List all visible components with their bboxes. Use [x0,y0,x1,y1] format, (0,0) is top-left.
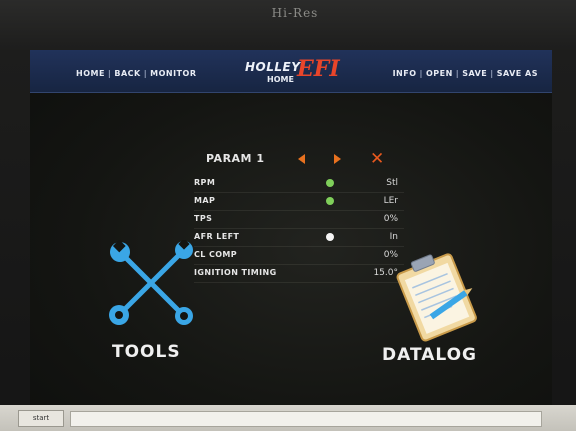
prev-param-arrow-icon[interactable] [298,154,305,164]
close-icon[interactable]: ✕ [370,149,384,169]
param-row[interactable]: MAP LEr [194,193,404,211]
param-row[interactable]: CL COMP 0% [194,247,404,265]
nav-left: HOME | BACK | MONITOR [76,69,196,78]
param-table: RPM Stl MAP LEr TPS 0% AFR LEFT In CL CO… [194,175,404,283]
efi-screen: HOME | BACK | MONITOR HOLLEY EFI HOME INFO | O… [30,50,552,408]
logo-efi: EFI [297,56,340,82]
nav-save-link[interactable]: SAVE [462,69,487,78]
param-value: 0% [383,214,398,224]
nav-save-as-link[interactable]: SAVE AS [497,69,538,78]
param-value: LEr [383,196,398,206]
datalog-label[interactable]: DATALOG [382,345,477,365]
status-dot-icon [326,179,334,187]
param-value: In [389,232,398,242]
param-title: PARAM 1 [206,152,265,165]
param-label: RPM [194,178,216,187]
status-dot-icon [326,197,334,205]
logo-word: HOLLEY [245,60,301,74]
param-value: Stl [386,178,398,188]
bezel-brand: Hi-Res [271,6,319,20]
start-button[interactable]: start [18,410,64,427]
nav-separator: | [107,69,112,78]
param-row[interactable]: RPM Stl [194,175,404,193]
top-nav-bar: HOME | BACK | MONITOR HOLLEY EFI HOME INFO | O… [30,50,552,93]
param-row[interactable]: TPS 0% [194,211,404,229]
nav-open-link[interactable]: OPEN [426,69,453,78]
param-label: IGNITION TIMING [194,268,277,277]
nav-separator: | [419,69,423,78]
nav-separator: | [143,69,148,78]
clipboard-icon[interactable] [388,243,488,343]
nav-home-link[interactable]: HOME [76,69,105,78]
nav-right: INFO | OPEN | SAVE | SAVE AS [393,69,538,78]
status-dot-icon [326,233,334,241]
wrench-icon[interactable] [104,240,199,330]
nav-separator: | [490,69,494,78]
os-taskbar: start [0,405,576,431]
param-label: MAP [194,196,216,205]
param-header: PARAM 1 ✕ [206,149,386,170]
holley-efi-logo: HOLLEY EFI HOME [245,56,345,90]
nav-info-link[interactable]: INFO [393,69,417,78]
param-label: TPS [194,214,213,223]
param-row[interactable]: AFR LEFT In [194,229,404,247]
page-title: HOME [267,75,294,84]
next-param-arrow-icon[interactable] [334,154,341,164]
nav-monitor-link[interactable]: MONITOR [150,69,196,78]
taskbar-field [70,411,542,427]
param-label: AFR LEFT [194,232,240,241]
nav-back-link[interactable]: BACK [114,69,140,78]
param-row[interactable]: IGNITION TIMING 15.0° [194,265,404,283]
tools-label[interactable]: TOOLS [112,342,181,362]
param-label: CL COMP [194,250,238,259]
nav-separator: | [455,69,460,78]
